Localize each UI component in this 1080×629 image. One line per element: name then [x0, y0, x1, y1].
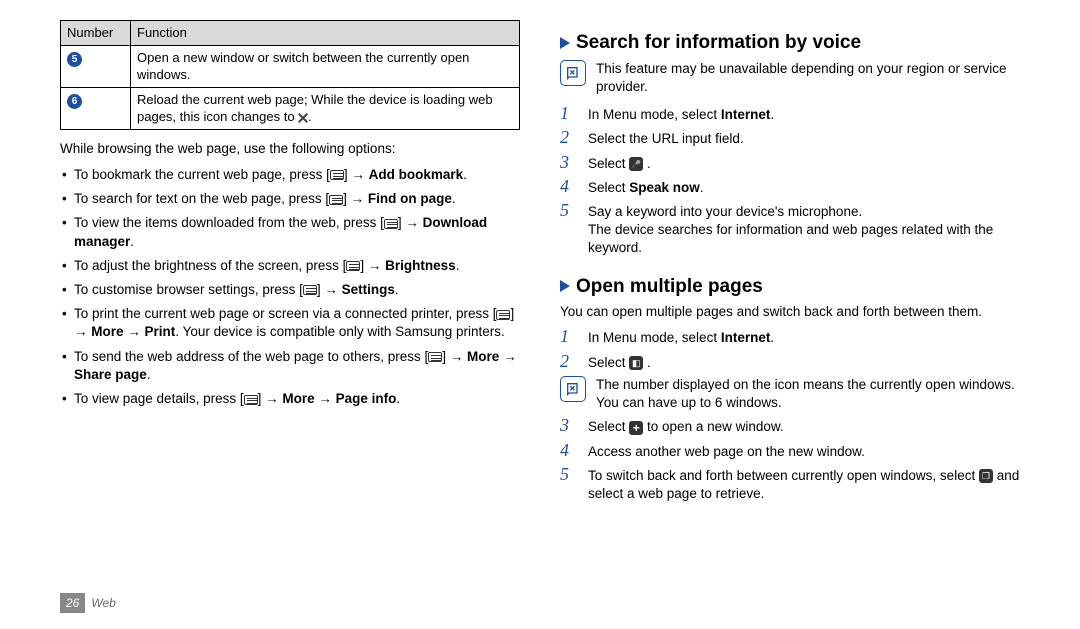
lead-text: You can open multiple pages and switch b…	[560, 303, 1020, 321]
heading-search-voice: Search for information by voice	[560, 30, 1020, 56]
menu-icon	[329, 195, 343, 205]
page-number: 26	[60, 593, 85, 613]
window-stack-icon	[979, 469, 993, 483]
list-item: To send the web address of the web page …	[60, 348, 520, 384]
right-column: Search for information by voice This fea…	[560, 20, 1020, 507]
list-item: To print the current web page or screen …	[60, 305, 520, 341]
step-body: Select .	[588, 352, 1020, 372]
note-icon	[560, 60, 586, 86]
list-item: To view the items downloaded from the we…	[60, 214, 520, 250]
note-text: The number displayed on the icon means t…	[596, 376, 1020, 412]
note-box: This feature may be unavailable dependin…	[560, 60, 1020, 96]
th-number: Number	[61, 21, 131, 46]
menu-icon	[330, 170, 344, 180]
circle-number-6: 6	[67, 94, 82, 109]
step-num: 2	[560, 352, 578, 372]
steps-pages2: 3 Select to open a new window. 4 Access an…	[560, 416, 1020, 503]
circle-number-5: 5	[67, 52, 82, 67]
step-num: 3	[560, 416, 578, 436]
note-box: The number displayed on the icon means t…	[560, 376, 1020, 412]
menu-icon	[384, 219, 398, 229]
step-body: To switch back and forth between current…	[588, 465, 1020, 503]
table-row: 6 Reload the current web page; While the…	[61, 87, 520, 129]
step-num: 5	[560, 465, 578, 503]
steps-pages: 1 In Menu mode, select Internet. 2 Select …	[560, 327, 1020, 371]
section-label: Web	[91, 595, 115, 611]
options-list: To bookmark the current web page, press …	[60, 166, 520, 408]
page-footer: 26 Web	[60, 593, 116, 613]
step-body: In Menu mode, select Internet.	[588, 327, 1020, 347]
step-body: In Menu mode, select Internet.	[588, 104, 1020, 124]
menu-icon	[346, 261, 360, 271]
list-item: To view page details, press [] → More → …	[60, 390, 520, 408]
step-num: 3	[560, 153, 578, 173]
th-function: Function	[131, 21, 520, 46]
steps-voice: 1 In Menu mode, select Internet. 2 Select …	[560, 104, 1020, 258]
step-num: 1	[560, 104, 578, 124]
note-icon	[560, 376, 586, 402]
note-text: This feature may be unavailable dependin…	[596, 60, 1020, 96]
intro-text: While browsing the web page, use the fol…	[60, 140, 520, 158]
func-5: Open a new window or switch between the …	[131, 45, 520, 87]
step-num: 2	[560, 128, 578, 148]
function-table: Number Function 5 Open a new window or s…	[60, 20, 520, 130]
step-num: 4	[560, 177, 578, 197]
step-num: 5	[560, 201, 578, 258]
mic-icon	[629, 157, 643, 171]
chevron-icon	[560, 280, 570, 292]
plus-icon	[629, 421, 643, 435]
step-body: Access another web page on the new windo…	[588, 441, 1020, 461]
step-body: Select Speak now.	[588, 177, 1020, 197]
menu-icon	[303, 285, 317, 295]
windows-icon	[629, 356, 643, 370]
list-item: To bookmark the current web page, press …	[60, 166, 520, 184]
x-icon	[298, 113, 308, 123]
list-item: To search for text on the web page, pres…	[60, 190, 520, 208]
table-row: 5 Open a new window or switch between th…	[61, 45, 520, 87]
list-item: To customise browser settings, press [] …	[60, 281, 520, 299]
step-body: Select .	[588, 153, 1020, 173]
menu-icon	[244, 395, 258, 405]
chevron-icon	[560, 37, 570, 49]
step-body: Say a keyword into your device's microph…	[588, 201, 1020, 258]
list-item: To adjust the brightness of the screen, …	[60, 257, 520, 275]
heading-multiple-pages: Open multiple pages	[560, 274, 1020, 300]
menu-icon	[496, 310, 510, 320]
menu-icon	[428, 352, 442, 362]
step-body: Select the URL input field.	[588, 128, 1020, 148]
step-num: 1	[560, 327, 578, 347]
step-body: Select to open a new window.	[588, 416, 1020, 436]
func-6: Reload the current web page; While the d…	[131, 87, 520, 129]
step-num: 4	[560, 441, 578, 461]
left-column: Number Function 5 Open a new window or s…	[60, 20, 520, 507]
